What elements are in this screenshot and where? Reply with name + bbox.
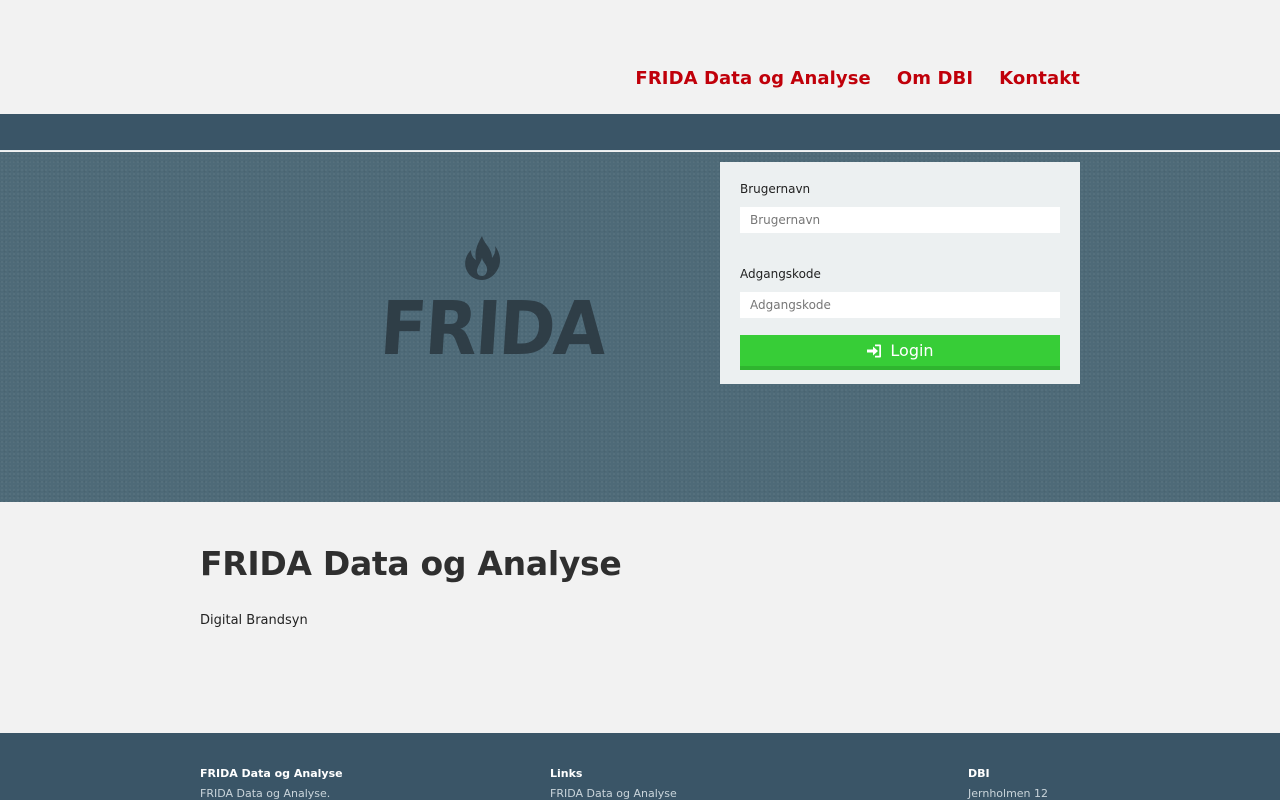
frida-logo: FRIDA xyxy=(378,236,607,372)
sign-in-icon xyxy=(867,344,882,357)
hero-section: FRIDA Brugernavn Adgangskode Login xyxy=(0,152,1280,502)
footer-heading-frida: FRIDA Data og Analyse xyxy=(200,767,343,780)
nav-item-kontakt[interactable]: Kontakt xyxy=(999,68,1080,89)
page-title: FRIDA Data og Analyse xyxy=(200,544,622,583)
footer-address: Jernholmen 12 xyxy=(968,787,1049,800)
site-footer: FRIDA Data og Analyse FRIDA Data og Anal… xyxy=(0,733,1280,800)
password-input[interactable] xyxy=(740,292,1060,318)
page-subtitle: Digital Brandsyn xyxy=(200,613,308,628)
footer-heading-dbi: DBI xyxy=(968,767,990,780)
footer-column-frida: FRIDA Data og Analyse FRIDA Data og Anal… xyxy=(200,767,343,800)
footer-column-links: Links FRIDA Data og Analyse xyxy=(550,767,677,800)
footer-heading-links: Links xyxy=(550,767,583,780)
footer-column-dbi: DBI Jernholmen 12 xyxy=(968,767,1048,800)
footer-text-frida: FRIDA Data og Analyse. xyxy=(200,787,331,800)
username-input[interactable] xyxy=(740,207,1060,233)
footer-link-frida[interactable]: FRIDA Data og Analyse xyxy=(550,787,677,800)
password-label: Adgangskode xyxy=(740,267,821,281)
nav-item-om-dbi[interactable]: Om DBI xyxy=(897,68,973,89)
nav-item-frida[interactable]: FRIDA Data og Analyse xyxy=(635,68,870,89)
username-label: Brugernavn xyxy=(740,182,811,196)
login-form: Brugernavn Adgangskode Login xyxy=(720,162,1080,384)
logo-wordmark: FRIDA xyxy=(377,286,608,372)
main-content: FRIDA Data og Analyse Digital Brandsyn xyxy=(200,544,1080,628)
header-band xyxy=(0,114,1280,151)
main-nav: FRIDA Data og Analyse Om DBI Kontakt xyxy=(635,68,1080,89)
flame-icon xyxy=(465,236,501,280)
site-header: FRIDA Data og Analyse Om DBI Kontakt xyxy=(0,0,1280,114)
login-button-label: Login xyxy=(890,341,934,360)
login-button[interactable]: Login xyxy=(740,335,1060,370)
